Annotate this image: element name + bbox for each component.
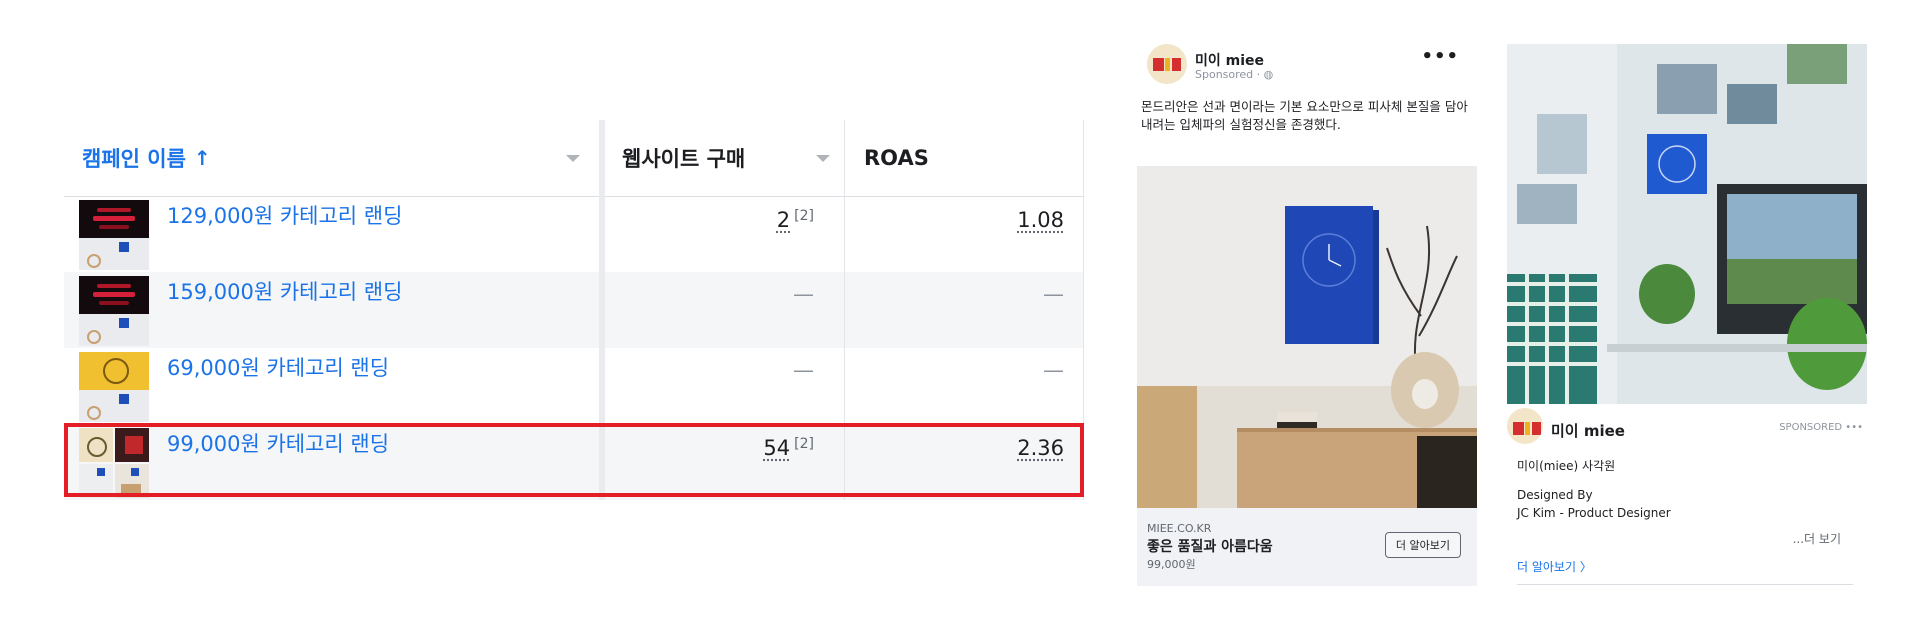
roas-value: —: [1043, 282, 1064, 306]
ad-thumbnail: [79, 352, 149, 422]
table-row[interactable]: 159,000원 카테고리 랜딩 — —: [64, 272, 1084, 348]
sort-ascending-icon: ↑: [193, 146, 211, 170]
ad-thumbnail: [79, 200, 149, 270]
ad-caption-line: Designed By: [1517, 488, 1593, 502]
purchases-value: —: [793, 282, 814, 306]
website-purchases-header[interactable]: 웹사이트 구매: [622, 120, 745, 196]
roas-value: 1.08: [1017, 208, 1064, 232]
ad-image[interactable]: [1507, 44, 1867, 404]
product-photo: [1137, 166, 1477, 508]
campaign-name-link[interactable]: 129,000원 카테고리 랜딩: [167, 200, 402, 230]
ad-thumbnail: [79, 276, 149, 346]
learn-more-link[interactable]: 더 알아보기 〉: [1517, 558, 1592, 575]
see-more-link[interactable]: ...더 보기: [1793, 530, 1841, 547]
ad-domain: MIEE.CO.KR: [1147, 522, 1212, 535]
roas-header[interactable]: ROAS: [864, 120, 929, 196]
room-photo: [1507, 44, 1867, 404]
sponsored-label: Sponsored · ◍: [1195, 68, 1274, 81]
ad-caption-line: 미이(miee) 사각원: [1517, 459, 1616, 473]
story-ad-preview: 미이 miee SPONSORED ••• 미이(miee) 사각원 Desig…: [1493, 36, 1873, 586]
ad-price: 99,000원: [1147, 558, 1196, 571]
divider: [1517, 584, 1853, 585]
more-options-icon[interactable]: •••: [1421, 46, 1459, 67]
brand-logo: [1507, 408, 1543, 444]
campaign-name-link[interactable]: 69,000원 카테고리 랜딩: [167, 352, 389, 382]
feed-ad-preview: 미이 miee Sponsored · ◍ ••• 몬드리안은 선과 면이라는 …: [1137, 36, 1477, 586]
ad-headline: 좋은 품질과 아름다움: [1147, 539, 1273, 555]
purchases-value: 2 [2]: [776, 208, 814, 232]
ad-caption-line: JC Kim - Product Designer: [1517, 506, 1671, 520]
learn-more-button[interactable]: 더 알아보기: [1384, 532, 1461, 558]
ad-footer: MIEE.CO.KR 좋은 품질과 아름다움 99,000원 더 알아보기: [1137, 508, 1477, 586]
campaign-name-header[interactable]: 캠페인 이름 ↑: [82, 120, 211, 196]
highlight-box: [64, 423, 1084, 497]
brand-name[interactable]: 미이 miee: [1551, 420, 1625, 441]
ad-body-text: 몬드리안은 선과 면이라는 기본 요소만으로 피사체 본질을 담아내려는 입체파…: [1141, 99, 1468, 132]
table-row[interactable]: 69,000원 카테고리 랜딩 — —: [64, 348, 1084, 424]
campaign-name-header-label: 캠페인 이름: [82, 147, 186, 171]
column-menu-icon[interactable]: [566, 155, 580, 162]
ad-header: 미이 miee Sponsored · ◍ ••• 몬드리안은 선과 면이라는 …: [1137, 36, 1477, 166]
purchases-value: —: [793, 358, 814, 382]
ad-image[interactable]: [1137, 166, 1477, 508]
table-row[interactable]: 129,000원 카테고리 랜딩 2 [2] 1.08: [64, 196, 1084, 272]
roas-value: —: [1043, 358, 1064, 382]
column-menu-icon[interactable]: [816, 155, 830, 162]
brand-logo: [1147, 44, 1187, 84]
sponsored-label[interactable]: SPONSORED •••: [1779, 422, 1863, 433]
campaign-name-link[interactable]: 159,000원 카테고리 랜딩: [167, 276, 402, 306]
table-header: 캠페인 이름 ↑ 웹사이트 구매 ROAS: [64, 120, 1084, 197]
globe-icon: ◍: [1263, 68, 1274, 81]
brand-name[interactable]: 미이 miee: [1195, 50, 1264, 70]
